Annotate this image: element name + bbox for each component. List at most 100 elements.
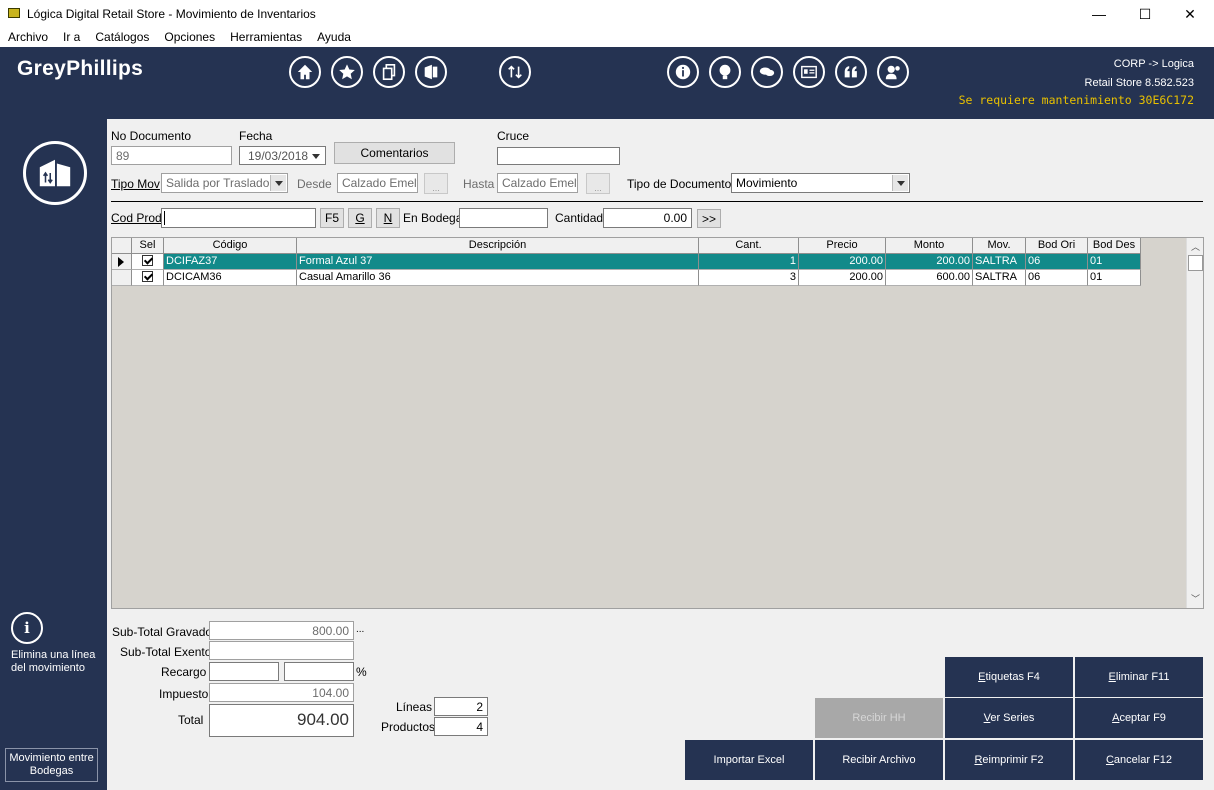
mov-cell: SALTRA (973, 254, 1026, 270)
tipo-mov-select[interactable]: Salida por Traslado (161, 173, 288, 193)
header-band: GreyPhillips CORP -> Logica Retail Store… (0, 47, 1214, 119)
col-sel[interactable]: Sel (132, 238, 164, 254)
hasta-label: Hasta (463, 177, 495, 191)
menu-herramientas[interactable]: Herramientas (222, 28, 309, 47)
cantidad-input[interactable]: 0.00 (603, 208, 692, 228)
sort-arrows-icon[interactable] (499, 56, 531, 88)
minimize-button[interactable]: — (1076, 0, 1122, 28)
quote-icon[interactable] (835, 56, 867, 88)
sel-cell[interactable] (132, 254, 164, 270)
etiquetas-button[interactable]: Etiquetas F4 (945, 657, 1073, 697)
no-documento-field[interactable]: 89 (111, 146, 232, 165)
bod-des-cell: 01 (1088, 270, 1141, 286)
tipo-mov-value: Salida por Traslado (166, 176, 270, 190)
subtotal-gravado-more[interactable]: ... (356, 624, 364, 635)
star-icon[interactable] (331, 56, 363, 88)
fecha-picker[interactable]: 19/03/2018 (239, 146, 326, 165)
col-precio[interactable]: Precio (799, 238, 886, 254)
cod-prod-value (164, 211, 165, 225)
copy-icon[interactable] (373, 56, 405, 88)
cod-prod-label: Cod Prod (111, 211, 162, 225)
col-descripcion[interactable]: Descripción (297, 238, 699, 254)
grid-scrollbar[interactable]: ︿ ﹀ (1186, 238, 1203, 608)
recargo-amount-field[interactable] (209, 662, 279, 681)
lineas-label: Líneas (396, 700, 433, 714)
tipo-documento-select[interactable]: Movimiento (731, 173, 910, 193)
col-monto[interactable]: Monto (886, 238, 973, 254)
recargo-label: Recargo (161, 665, 207, 679)
row-selector[interactable] (112, 254, 132, 270)
recibir-hh-button[interactable]: Recibir HH (815, 698, 943, 738)
app-icon (8, 8, 20, 18)
hasta-lookup-button[interactable]: ... (586, 173, 610, 194)
en-bodega-input[interactable] (459, 208, 548, 228)
cod-prod-input[interactable] (161, 208, 316, 228)
menu-bar: Archivo Ir a Catálogos Opciones Herramie… (0, 28, 1214, 47)
info-icon[interactable] (667, 56, 699, 88)
importar-excel-button[interactable]: Importar Excel (685, 740, 813, 780)
cancelar-button[interactable]: Cancelar F12 (1075, 740, 1203, 780)
menu-catalogos[interactable]: Catálogos (87, 28, 156, 47)
chevron-down-icon[interactable] (892, 175, 908, 191)
checkbox-checked[interactable] (142, 271, 153, 282)
comentarios-button[interactable]: Comentarios (334, 142, 455, 164)
etiquetas-label: Etiquetas F4 (978, 671, 1040, 683)
eliminar-label: Eliminar F11 (1108, 671, 1170, 683)
menu-ayuda[interactable]: Ayuda (309, 28, 358, 47)
id-card-icon[interactable] (793, 56, 825, 88)
aceptar-label: Aceptar F9 (1112, 712, 1166, 724)
subtotal-gravado-field: 800.00 (209, 621, 354, 640)
menu-ir-a[interactable]: Ir a (55, 28, 87, 47)
items-grid[interactable]: Sel Código Descripción Cant. Precio Mont… (111, 237, 1204, 609)
menu-archivo[interactable]: Archivo (0, 28, 55, 47)
f5-button[interactable]: F5 (320, 208, 344, 228)
checkbox-checked[interactable] (142, 255, 153, 266)
hasta-field[interactable]: Calzado Emely S (497, 173, 578, 193)
module-button[interactable]: Movimiento entre Bodegas (5, 748, 98, 782)
sel-cell[interactable] (132, 270, 164, 286)
desde-field[interactable]: Calzado Emely E (337, 173, 418, 193)
desde-lookup-button[interactable]: ... (424, 173, 448, 194)
close-button[interactable]: ✕ (1167, 0, 1213, 28)
chevron-down-icon[interactable] (308, 148, 324, 164)
reimprimir-button[interactable]: Reimprimir F2 (945, 740, 1073, 780)
col-bod-ori[interactable]: Bod Ori (1026, 238, 1088, 254)
ver-series-button[interactable]: Ver Series (945, 698, 1073, 738)
grid-header: Sel Código Descripción Cant. Precio Mont… (112, 238, 1141, 254)
bod-ori-cell: 06 (1026, 254, 1088, 270)
col-codigo[interactable]: Código (164, 238, 297, 254)
col-cant[interactable]: Cant. (699, 238, 799, 254)
precio-cell: 200.00 (799, 270, 886, 286)
eliminar-button[interactable]: Eliminar F11 (1075, 657, 1203, 697)
chat-icon[interactable] (751, 56, 783, 88)
sidebar-hint: Elimina una línea del movimiento (11, 649, 96, 674)
col-mov[interactable]: Mov. (973, 238, 1026, 254)
aceptar-button[interactable]: Aceptar F9 (1075, 698, 1203, 738)
row-selector[interactable] (112, 270, 132, 286)
add-line-button[interactable]: >> (697, 209, 721, 228)
chevron-down-icon[interactable] (270, 175, 286, 191)
recargo-percent-field[interactable] (284, 662, 354, 681)
scroll-down-icon[interactable]: ﹀ (1187, 592, 1204, 606)
recibir-archivo-button[interactable]: Recibir Archivo (815, 740, 943, 780)
scroll-thumb[interactable] (1188, 255, 1203, 271)
scroll-up-icon[interactable]: ︿ (1187, 240, 1204, 254)
cant-cell: 3 (699, 270, 799, 286)
office-icon[interactable] (415, 56, 447, 88)
window-title: Lógica Digital Retail Store - Movimiento… (27, 7, 316, 21)
menu-opciones[interactable]: Opciones (156, 28, 222, 47)
lineas-field: 2 (434, 697, 488, 716)
subtotal-gravado-label: Sub-Total Gravado (112, 625, 213, 639)
table-row[interactable]: DCICAM36 Casual Amarillo 36 3 200.00 600… (112, 270, 1141, 286)
maximize-button[interactable]: ☐ (1122, 0, 1168, 28)
cruce-field[interactable] (497, 147, 620, 165)
col-bod-des[interactable]: Bod Des (1088, 238, 1141, 254)
monto-cell: 200.00 (886, 254, 973, 270)
lightbulb-icon[interactable] (709, 56, 741, 88)
support-icon[interactable] (877, 56, 909, 88)
n-button[interactable]: N (376, 208, 400, 228)
monto-cell: 600.00 (886, 270, 973, 286)
home-icon[interactable] (289, 56, 321, 88)
table-row[interactable]: DCIFAZ37 Formal Azul 37 1 200.00 200.00 … (112, 254, 1141, 270)
g-button[interactable]: G (348, 208, 372, 228)
